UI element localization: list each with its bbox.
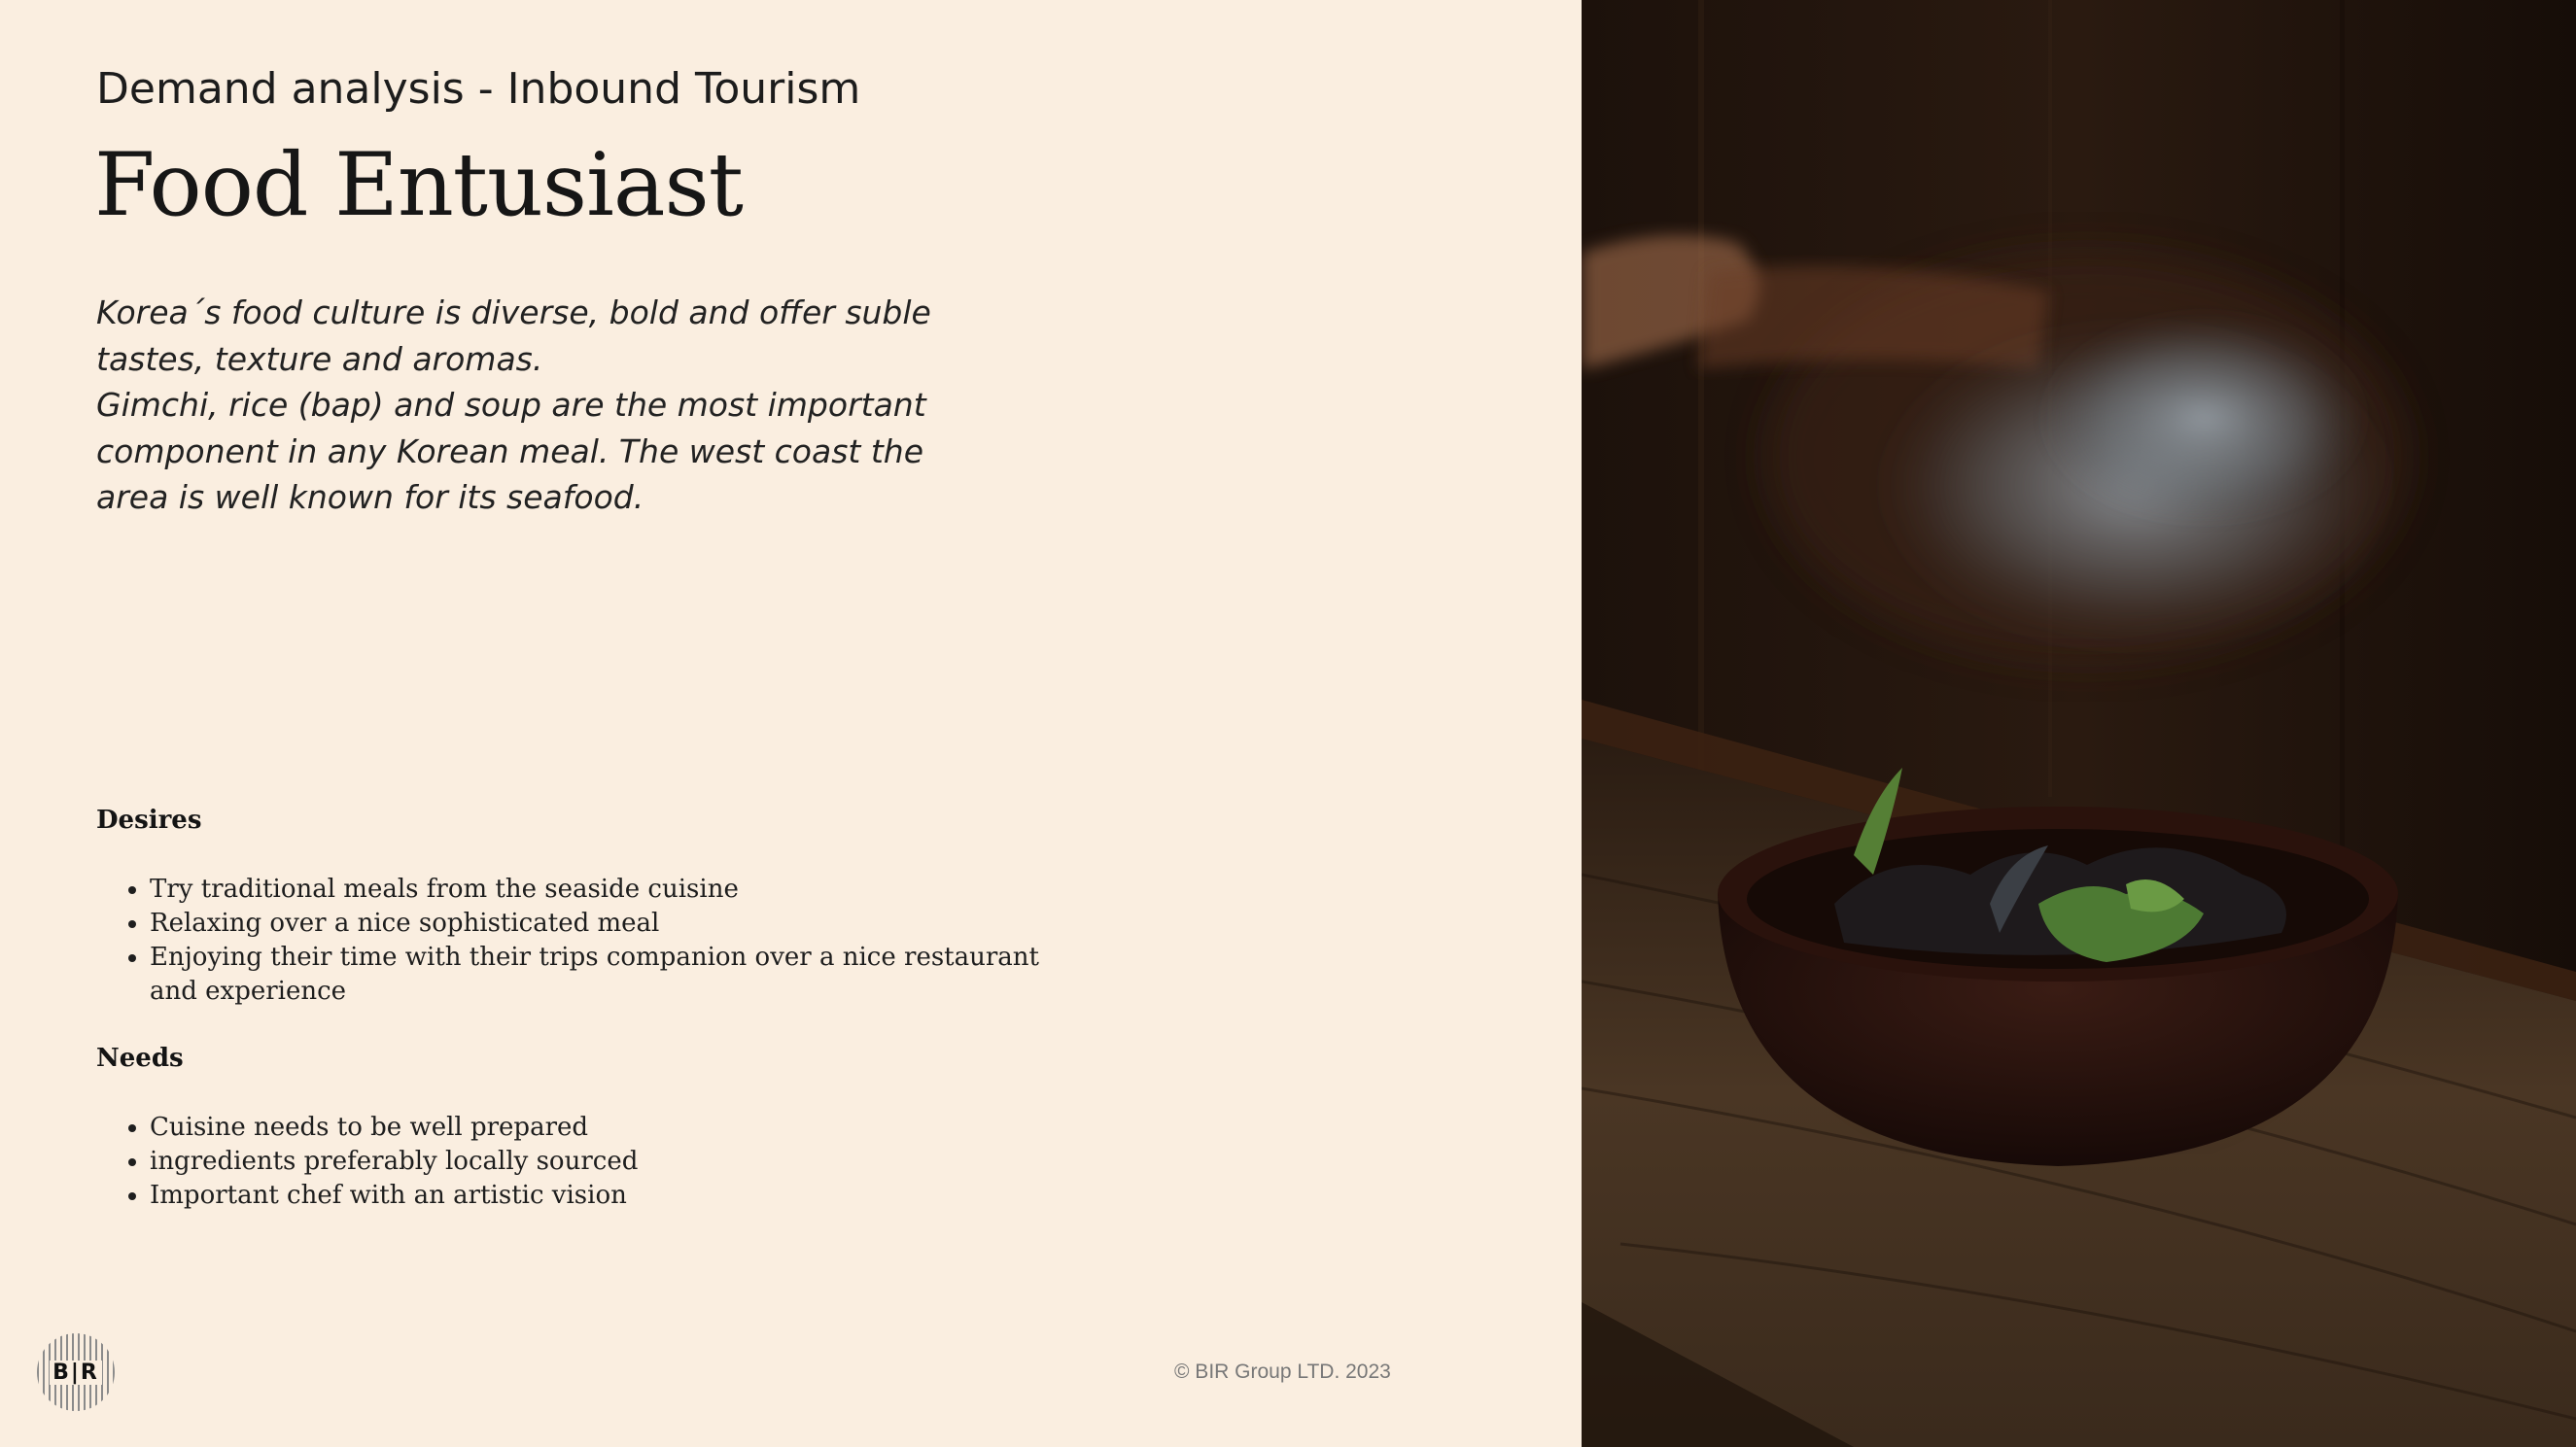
page-subtitle: Demand analysis - Inbound Tourism (96, 64, 861, 114)
bir-logo: B|R (37, 1333, 115, 1411)
list-item: Enjoying their time with their trips com… (150, 941, 1093, 1009)
list-item: Cuisine needs to be well prepared (150, 1111, 1093, 1145)
desires-heading: Desires (96, 806, 202, 835)
copyright-text: © BIR Group LTD. 2023 (1174, 1361, 1391, 1383)
content-panel: Demand analysis - Inbound Tourism Food E… (0, 0, 1582, 1447)
needs-list: Cuisine needs to be well prepared ingred… (96, 1111, 1093, 1213)
food-photo (1582, 0, 2576, 1447)
list-item: Try traditional meals from the seaside c… (150, 873, 1093, 907)
intro-paragraph-1: Korea´s food culture is diverse, bold an… (96, 293, 931, 378)
desires-list: Try traditional meals from the seaside c… (96, 873, 1093, 1009)
list-item: Important chef with an artistic vision (150, 1179, 1093, 1213)
food-photo-illustration (1582, 0, 2576, 1447)
list-item: Relaxing over a nice sophisticated meal (150, 907, 1093, 941)
intro-text: Korea´s food culture is diverse, bold an… (96, 290, 971, 521)
logo-text: B|R (50, 1360, 102, 1385)
needs-heading: Needs (96, 1044, 184, 1073)
intro-paragraph-2: Gimchi, rice (bap) and soup are the most… (96, 386, 926, 516)
list-item: ingredients preferably locally sourced (150, 1145, 1093, 1179)
page-title: Food Entusiast (94, 134, 744, 236)
